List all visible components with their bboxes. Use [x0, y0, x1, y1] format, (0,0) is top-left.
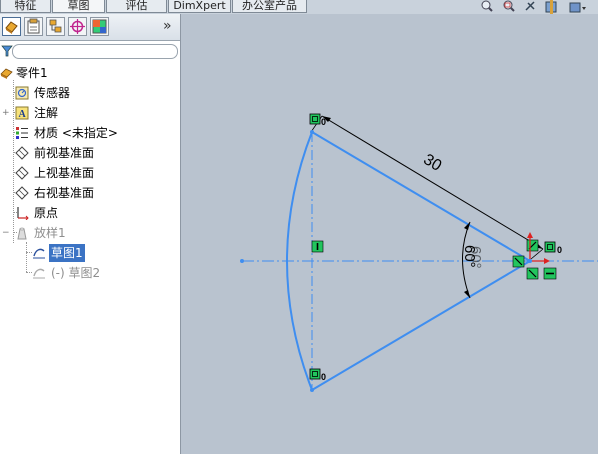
tree-item-sketch1[interactable]: 草图1	[32, 244, 172, 262]
tree-item-label: 注解	[34, 106, 59, 120]
tree-item-label: 原点	[34, 206, 59, 220]
tree-item-loft1[interactable]: − 放样1	[2, 224, 175, 242]
material-icon	[16, 127, 28, 139]
origin-icon	[17, 207, 29, 220]
relation-count: 0	[321, 372, 326, 382]
centerline-endpoint[interactable]	[240, 259, 244, 263]
sector-upper-line[interactable]	[311, 131, 531, 262]
sketch-endpoint[interactable]	[310, 388, 314, 392]
sketch-icon	[33, 248, 45, 259]
previous-view-icon[interactable]	[525, 1, 535, 11]
filter-input[interactable]	[12, 44, 178, 59]
dimension-line[interactable]	[321, 115, 544, 250]
tree-item-label: 放样1	[34, 226, 66, 240]
tree-item-label: 传感器	[34, 86, 71, 100]
expand-icon[interactable]: +	[2, 104, 10, 122]
fixed-relation-icon[interactable]	[309, 113, 321, 125]
horizontal-relation-icon[interactable]	[543, 267, 557, 280]
tree-item-top-plane[interactable]: 上视基准面	[15, 164, 175, 182]
property-manager-tab[interactable]	[24, 17, 43, 36]
svg-text:A: A	[19, 109, 27, 120]
tree-item-origin[interactable]: 原点	[15, 204, 175, 222]
zoom-area-icon[interactable]	[503, 0, 515, 12]
tab-features[interactable]: 特征	[0, 0, 51, 13]
relation-count: 0	[557, 245, 562, 255]
filter-row	[0, 43, 180, 59]
sensor-icon	[15, 86, 29, 100]
sector-lower-line[interactable]	[311, 260, 531, 391]
configuration-manager-tab[interactable]	[46, 17, 65, 36]
display-manager-tab[interactable]	[90, 17, 109, 36]
tree-item-label: (-) 草图2	[51, 266, 101, 280]
tree-root-label: 零件1	[16, 66, 48, 80]
part-icon	[0, 68, 13, 79]
tree-item-annotations[interactable]: + A 注解	[2, 104, 175, 122]
sketch-endpoint[interactable]	[310, 130, 314, 134]
zoom-to-fit-icon[interactable]	[481, 0, 493, 12]
collapse-icon[interactable]: −	[2, 224, 10, 242]
plane-icon	[15, 186, 29, 200]
view-toolbar	[478, 0, 598, 14]
tree-item-right-plane[interactable]: 右视基准面	[15, 184, 175, 202]
plane-icon	[15, 146, 29, 160]
tree-item-front-plane[interactable]: 前视基准面	[15, 144, 175, 162]
tab-sketch[interactable]: 草图	[52, 0, 105, 13]
graphics-area[interactable]: 30 60° 60° 0 0 0	[181, 14, 598, 454]
tree-item-label: 右视基准面	[34, 186, 95, 200]
panel-tab-bar: »	[0, 14, 180, 41]
property-manager-icon	[27, 18, 40, 34]
tab-evaluate[interactable]: 评估	[106, 0, 167, 13]
coincident-relation-icon[interactable]	[526, 239, 539, 252]
tree-root-part[interactable]: 零件1	[0, 64, 170, 82]
plane-icon	[15, 166, 29, 180]
loft-icon	[17, 227, 27, 240]
coincident-relation-icon[interactable]	[526, 267, 539, 280]
panel-more-button[interactable]: »	[163, 18, 172, 34]
tab-dimxpert[interactable]: DimXpert	[168, 0, 231, 13]
annotation-icon: A	[15, 106, 29, 120]
fixed-relation-icon[interactable]	[544, 241, 556, 253]
display-manager-icon	[92, 19, 107, 34]
tree-item-sensors[interactable]: 传感器	[15, 84, 175, 102]
feature-manager-tab[interactable]	[2, 17, 21, 36]
tree-item-material[interactable]: 材质 <未指定>	[15, 124, 175, 142]
configuration-manager-icon	[49, 19, 62, 33]
tab-office-products[interactable]: 办公室产品	[232, 0, 307, 13]
relation-count: 0	[321, 117, 326, 127]
dimension-length-text[interactable]: 30	[420, 151, 444, 175]
dimxpert-manager-icon	[70, 19, 85, 34]
sketch-endpoint[interactable]	[528, 259, 532, 263]
vertical-relation-icon[interactable]	[311, 240, 324, 253]
view-orientation-icon[interactable]	[569, 2, 586, 13]
dimxpert-manager-tab[interactable]	[68, 17, 87, 36]
tree-item-label: 材质 <未指定>	[34, 126, 118, 140]
feature-manager-panel: » 零件1 传感器 + A 注解 材质 <未指定> 前视基准面 上视基准面 右视…	[0, 14, 181, 454]
tree-item-label: 上视基准面	[34, 166, 95, 180]
sketch-icon	[33, 268, 45, 279]
section-view-icon[interactable]	[545, 0, 557, 14]
fixed-relation-icon[interactable]	[309, 368, 321, 380]
tree-item-label: 草图1	[49, 244, 85, 262]
coincident-relation-icon[interactable]	[512, 255, 525, 268]
tree-item-sketch2[interactable]: (-) 草图2	[32, 264, 172, 282]
feature-manager-icon	[5, 21, 18, 34]
dimension-angle-text-ghost: 60°	[467, 246, 484, 269]
tree-item-label: 前视基准面	[34, 146, 95, 160]
dimension-arrow	[464, 290, 470, 298]
